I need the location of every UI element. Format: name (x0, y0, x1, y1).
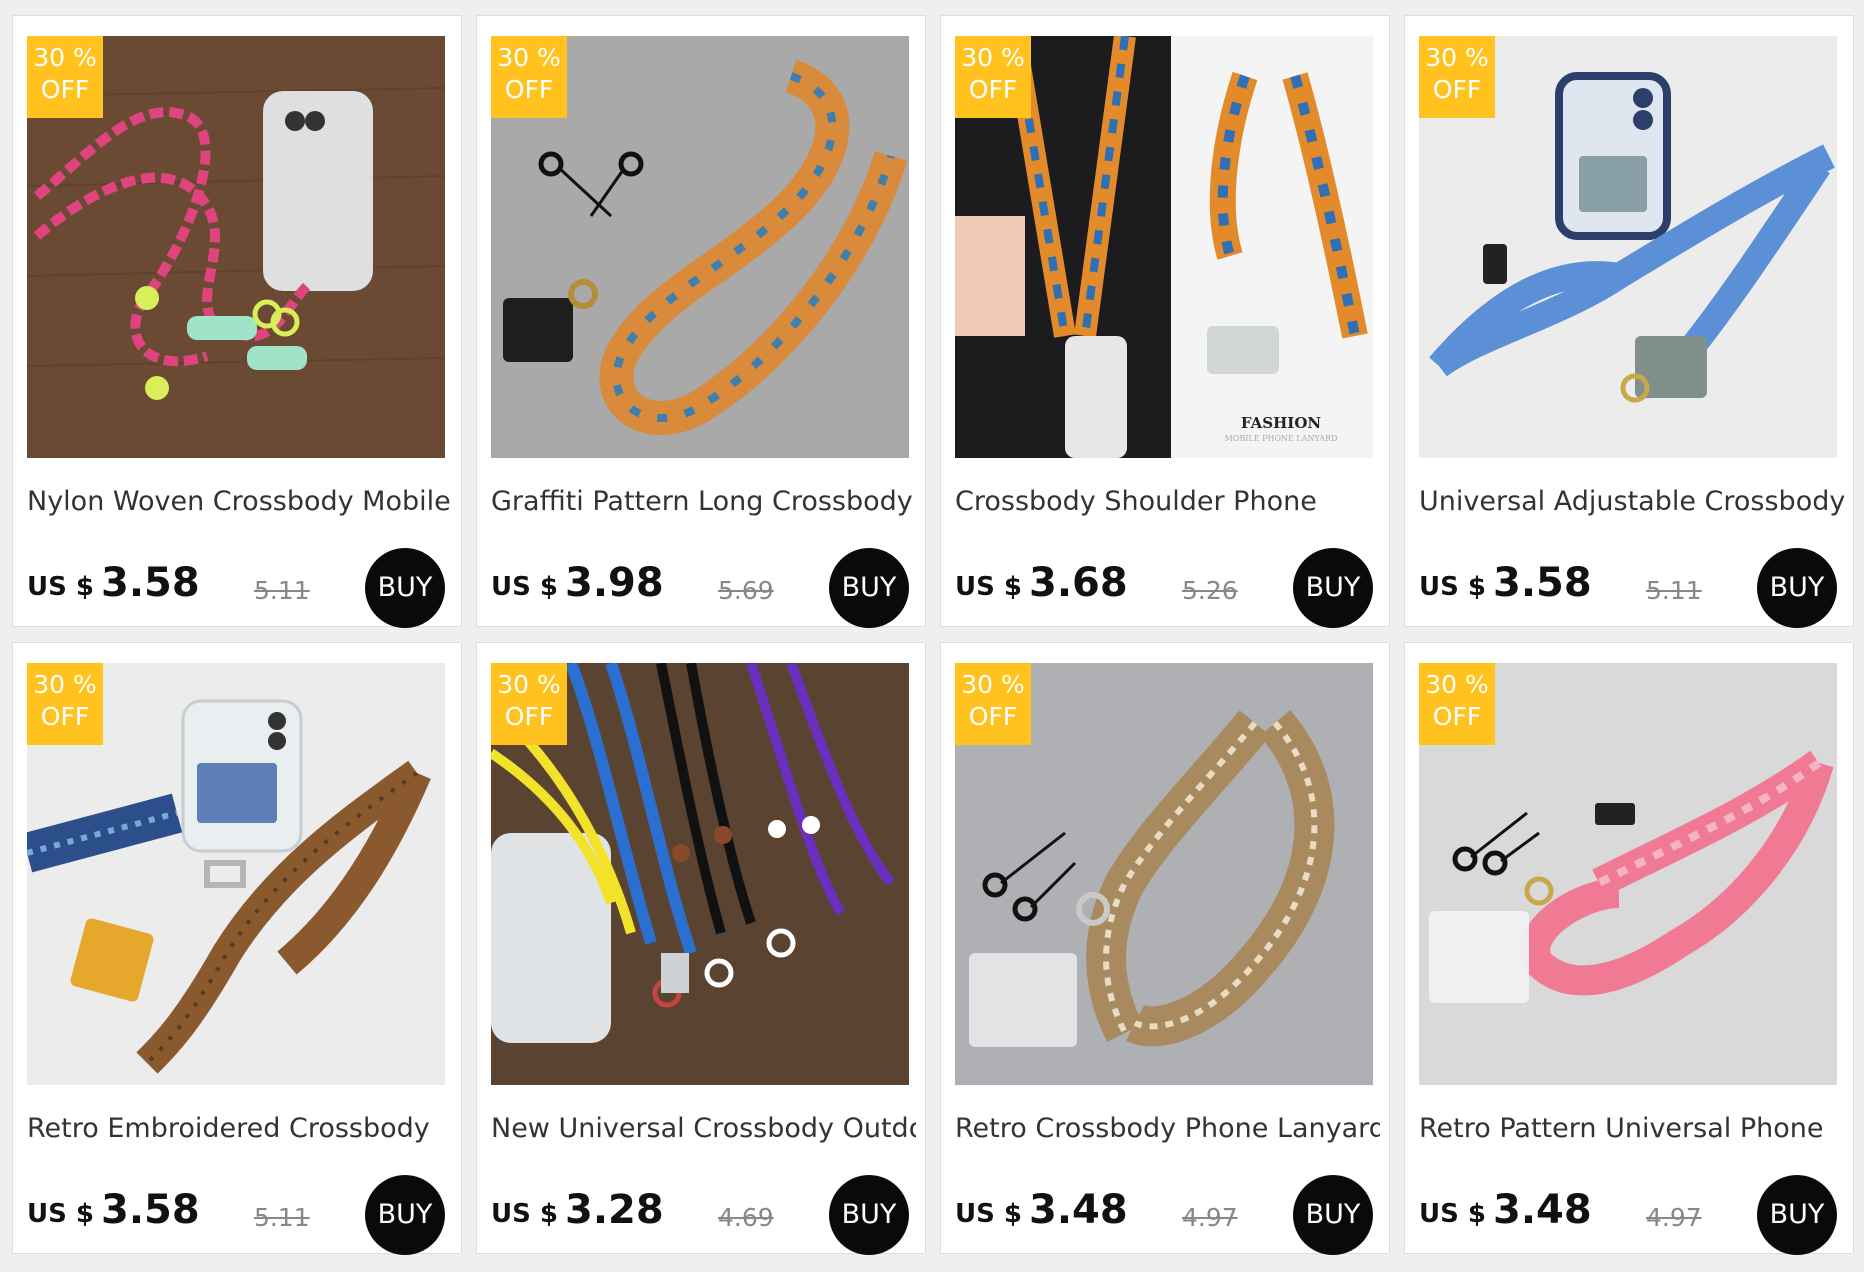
product-card[interactable]: 30 % OFF New Universal Crossbody Outdoo … (476, 642, 926, 1255)
discount-badge: 30 % OFF (27, 663, 103, 745)
discount-percent: 30 % (33, 670, 97, 699)
sale-price: 3.48 (1029, 1187, 1128, 1233)
discount-percent: 30 % (961, 670, 1025, 699)
original-price: 4.69 (718, 1203, 774, 1232)
discount-badge: 30 % OFF (955, 663, 1031, 745)
discount-badge: 30 % OFF (1419, 663, 1495, 745)
buy-button[interactable]: BUY (829, 548, 909, 628)
sale-price: 3.48 (1493, 1187, 1592, 1233)
product-title[interactable]: Retro Crossbody Phone Lanyard (955, 1113, 1380, 1144)
discount-percent: 30 % (1425, 670, 1489, 699)
discount-off: OFF (968, 702, 1018, 731)
buy-button[interactable]: BUY (365, 1175, 445, 1255)
sale-price: 3.68 (1029, 560, 1128, 606)
discount-badge: 30 % OFF (491, 36, 567, 118)
currency-label: US $ (1419, 572, 1486, 602)
discount-percent: 30 % (33, 43, 97, 72)
product-title[interactable]: New Universal Crossbody Outdoo (491, 1113, 916, 1144)
product-image[interactable]: FASHION MOBILE PHONE LANYARD 30 % OFF (955, 36, 1373, 458)
discount-badge: 30 % OFF (491, 663, 567, 745)
buy-button[interactable]: BUY (365, 548, 445, 628)
product-grid: 30 % OFF Nylon Woven Crossbody Mobile US… (12, 15, 1854, 1255)
discount-percent: 30 % (497, 670, 561, 699)
image-subcaption: MOBILE PHONE LANYARD (1225, 434, 1338, 443)
currency-label: US $ (491, 572, 558, 602)
product-title[interactable]: Crossbody Shoulder Phone (955, 486, 1380, 517)
discount-percent: 30 % (961, 43, 1025, 72)
original-price: 4.97 (1646, 1203, 1702, 1232)
original-price: 5.26 (1182, 576, 1238, 605)
discount-off: OFF (40, 702, 90, 731)
original-price: 5.11 (1646, 576, 1702, 605)
discount-badge: 30 % OFF (955, 36, 1031, 118)
sale-price: 3.98 (565, 560, 664, 606)
product-image[interactable]: 30 % OFF (491, 663, 909, 1085)
discount-badge: 30 % OFF (27, 36, 103, 118)
product-image[interactable]: 30 % OFF (1419, 663, 1837, 1085)
discount-off: OFF (968, 75, 1018, 104)
original-price: 5.11 (254, 576, 310, 605)
product-title[interactable]: Graffiti Pattern Long Crossbody (491, 486, 916, 517)
discount-off: OFF (1432, 702, 1482, 731)
product-card[interactable]: 30 % OFF Retro Pattern Universal Phone U… (1404, 642, 1854, 1255)
discount-off: OFF (1432, 75, 1482, 104)
discount-off: OFF (504, 702, 554, 731)
product-card[interactable]: 30 % OFF Retro Crossbody Phone Lanyard U… (940, 642, 1390, 1255)
product-card[interactable]: 30 % OFF Universal Adjustable Crossbody … (1404, 15, 1854, 628)
product-image[interactable]: 30 % OFF (491, 36, 909, 458)
buy-button[interactable]: BUY (1757, 548, 1837, 628)
buy-button[interactable]: BUY (1293, 1175, 1373, 1255)
product-image[interactable]: 30 % OFF (1419, 36, 1837, 458)
original-price: 5.11 (254, 1203, 310, 1232)
currency-label: US $ (955, 572, 1022, 602)
product-image[interactable]: 30 % OFF (27, 663, 445, 1085)
product-image[interactable]: 30 % OFF (27, 36, 445, 458)
discount-badge: 30 % OFF (1419, 36, 1495, 118)
currency-label: US $ (955, 1199, 1022, 1229)
product-card[interactable]: 30 % OFF Graffiti Pattern Long Crossbody… (476, 15, 926, 628)
product-card[interactable]: FASHION MOBILE PHONE LANYARD 30 % OFF Cr… (940, 15, 1390, 628)
sale-price: 3.58 (101, 1187, 200, 1233)
sale-price: 3.58 (1493, 560, 1592, 606)
buy-button[interactable]: BUY (1757, 1175, 1837, 1255)
buy-button[interactable]: BUY (829, 1175, 909, 1255)
buy-button[interactable]: BUY (1293, 548, 1373, 628)
discount-percent: 30 % (1425, 43, 1489, 72)
sale-price: 3.28 (565, 1187, 664, 1233)
currency-label: US $ (491, 1199, 558, 1229)
currency-label: US $ (1419, 1199, 1486, 1229)
product-card[interactable]: 30 % OFF Nylon Woven Crossbody Mobile US… (12, 15, 462, 628)
sale-price: 3.58 (101, 560, 200, 606)
product-card[interactable]: 30 % OFF Retro Embroidered Crossbody US … (12, 642, 462, 1255)
product-image[interactable]: 30 % OFF (955, 663, 1373, 1085)
product-title[interactable]: Retro Pattern Universal Phone (1419, 1113, 1844, 1144)
discount-off: OFF (504, 75, 554, 104)
original-price: 4.97 (1182, 1203, 1238, 1232)
currency-label: US $ (27, 572, 94, 602)
product-title[interactable]: Retro Embroidered Crossbody (27, 1113, 452, 1144)
product-title[interactable]: Nylon Woven Crossbody Mobile (27, 486, 452, 517)
product-title[interactable]: Universal Adjustable Crossbody (1419, 486, 1844, 517)
currency-label: US $ (27, 1199, 94, 1229)
discount-off: OFF (40, 75, 90, 104)
image-caption: FASHION (1241, 414, 1321, 432)
original-price: 5.69 (718, 576, 774, 605)
discount-percent: 30 % (497, 43, 561, 72)
